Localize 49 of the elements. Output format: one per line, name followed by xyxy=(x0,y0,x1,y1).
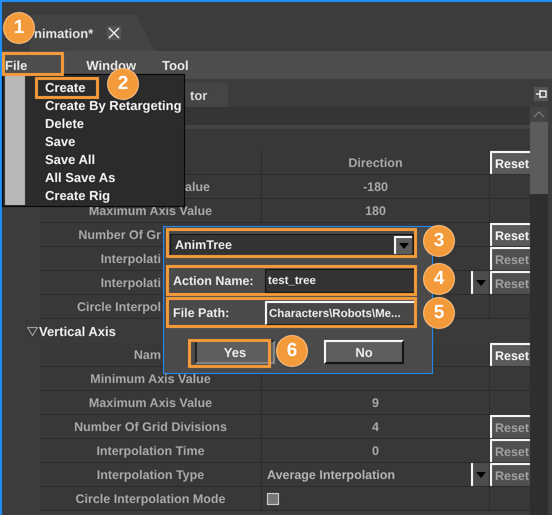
value-cell: 180 xyxy=(262,199,490,223)
dropdown-button[interactable] xyxy=(471,463,489,486)
pin-icon xyxy=(535,88,547,100)
reset-button[interactable]: Reset xyxy=(490,343,530,366)
close-icon xyxy=(108,27,120,39)
property-label: Maximum Axis Value xyxy=(40,391,262,415)
highlight-frame xyxy=(2,52,64,76)
chevron-up-icon xyxy=(533,111,545,118)
value-cell: -180 xyxy=(262,175,490,199)
menu-entry[interactable]: Save All xyxy=(45,152,96,168)
dialog-button[interactable]: No xyxy=(324,340,404,364)
caret-icon xyxy=(476,280,486,286)
tab-label: nimation* xyxy=(34,26,94,40)
section-title: Vertical Axis xyxy=(39,324,116,338)
input-field[interactable]: Characters\Robots\Me... xyxy=(265,301,417,325)
highlight-frame xyxy=(35,77,99,99)
caret-icon xyxy=(476,472,486,478)
scroll-up-button[interactable] xyxy=(530,107,548,122)
menu-entry[interactable]: Save xyxy=(45,134,76,150)
type-combobox[interactable]: AnimTree xyxy=(170,234,414,256)
scrollbar[interactable] xyxy=(530,107,548,515)
value-cell: 9 xyxy=(262,391,490,415)
property-label: Interpolation Type xyxy=(40,463,262,487)
field-label: File Path: xyxy=(173,306,230,320)
pin-button[interactable] xyxy=(534,87,548,101)
property-label: Number Of Grid Divisions xyxy=(40,415,262,439)
field-label: Action Name: xyxy=(173,274,255,288)
dropdown-button[interactable] xyxy=(471,271,489,294)
value-cell: 0 xyxy=(262,439,490,463)
checkbox[interactable] xyxy=(267,492,279,504)
step-badge: 1 xyxy=(4,13,34,43)
property-label: Interpolation Time xyxy=(40,439,262,463)
scroll-thumb[interactable] xyxy=(530,122,548,194)
menu-item[interactable]: File xyxy=(2,58,30,72)
reset-button[interactable]: Reset xyxy=(490,151,530,174)
close-button[interactable] xyxy=(107,26,122,40)
dropdown-button[interactable] xyxy=(394,236,412,254)
menu-entry[interactable]: Delete xyxy=(45,116,84,132)
dropdown-field[interactable]: Average Interpolation xyxy=(262,463,490,487)
property-label: Circle Interpolation Mode xyxy=(40,487,262,511)
menu-item[interactable]: Tool xyxy=(159,58,192,72)
caret-icon xyxy=(399,243,409,249)
reset-button[interactable]: Reset xyxy=(490,223,530,246)
value-cell: 4 xyxy=(262,415,490,439)
input-field[interactable]: test_tree xyxy=(265,269,417,293)
dropdown-value: Average Interpolation xyxy=(267,468,396,482)
menu-entry[interactable]: Create xyxy=(45,80,86,96)
column-header: Direction xyxy=(262,151,490,175)
document-tab[interactable]: nimation* xyxy=(30,15,155,51)
